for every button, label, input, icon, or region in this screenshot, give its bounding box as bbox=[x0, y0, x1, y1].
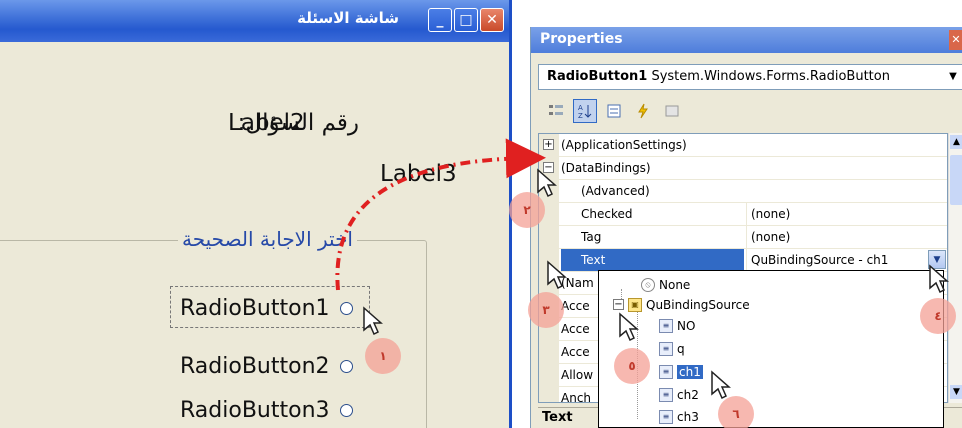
property-row[interactable]: − (DataBindings) bbox=[539, 157, 947, 180]
property-row[interactable]: (Advanced) bbox=[539, 180, 947, 203]
tree-node-field[interactable]: ≡ NO bbox=[659, 316, 695, 335]
radio-circle-icon bbox=[339, 404, 353, 417]
groupbox-caption: اختر الاجابة الصحيحة bbox=[178, 227, 357, 251]
svg-text:Z: Z bbox=[578, 112, 583, 119]
tree-node-label: ch2 bbox=[677, 387, 699, 402]
label2[interactable]: Label2 bbox=[228, 110, 305, 136]
object-selector[interactable]: RadioButton1 System.Windows.Forms.RadioB… bbox=[538, 64, 962, 90]
radio-circle-icon bbox=[339, 302, 353, 315]
properties-title: Properties bbox=[540, 31, 623, 47]
tree-node-label: None bbox=[659, 277, 691, 292]
label3[interactable]: Label3 bbox=[380, 161, 457, 187]
field-icon: ≡ bbox=[659, 409, 673, 424]
radio-button-1-label: RadioButton1 bbox=[180, 296, 330, 321]
dropdown-arrow-icon[interactable]: ▼ bbox=[928, 250, 946, 269]
step-badge-3: ٣ bbox=[528, 292, 564, 328]
scroll-down-icon[interactable]: ▼ bbox=[950, 385, 962, 399]
property-value[interactable]: (none) bbox=[746, 203, 946, 225]
radio-button-1[interactable]: RadioButton1 bbox=[180, 296, 353, 321]
tree-node-binding-source[interactable]: − ▣ QuBindingSource bbox=[613, 295, 750, 314]
step-badge-6: ٦ bbox=[718, 396, 754, 428]
property-row[interactable]: + (ApplicationSettings) bbox=[539, 134, 947, 157]
collapse-icon[interactable]: − bbox=[543, 162, 554, 173]
property-row[interactable]: Tag (none) bbox=[539, 226, 947, 249]
radio-button-2[interactable]: RadioButton2 bbox=[180, 354, 353, 379]
tree-node-label: NO bbox=[677, 318, 696, 333]
property-value[interactable]: QuBindingSource - ch1 bbox=[746, 249, 946, 271]
radio-circle-icon bbox=[339, 360, 353, 373]
property-name: (Advanced) bbox=[581, 184, 650, 198]
scroll-thumb[interactable] bbox=[950, 155, 962, 205]
property-name: Tag bbox=[581, 230, 602, 244]
svg-text:A: A bbox=[578, 104, 583, 112]
close-button[interactable]: ✕ bbox=[480, 8, 504, 32]
properties-title-bar[interactable]: Properties ✕ bbox=[531, 27, 962, 53]
step-badge-5: ٥ bbox=[614, 348, 650, 384]
screenshot: شاشة الاسئلة _ □ ✕ رقم السؤال: Label2 La… bbox=[0, 0, 962, 428]
tree-node-field[interactable]: ≡ q bbox=[659, 339, 685, 358]
tree-node-field-selected[interactable]: ≡ ch1 bbox=[659, 362, 703, 381]
radio-button-3[interactable]: RadioButton3 bbox=[180, 398, 353, 423]
field-icon: ≡ bbox=[659, 364, 673, 379]
tree-node-field[interactable]: ≡ ch3 bbox=[659, 407, 699, 426]
description-title: Text bbox=[542, 410, 573, 425]
binding-source-dropdown[interactable]: ⦸ None − ▣ QuBindingSource ≡ NO ≡ q ≡ ch… bbox=[598, 270, 944, 428]
properties-icon[interactable] bbox=[602, 99, 626, 123]
minimize-button[interactable]: _ bbox=[428, 8, 452, 32]
collapse-icon[interactable]: − bbox=[613, 299, 624, 310]
chevron-down-icon[interactable]: ▼ bbox=[944, 65, 962, 89]
step-badge-1: ١ bbox=[365, 338, 401, 374]
properties-close-button[interactable]: ✕ bbox=[949, 30, 962, 50]
tree-node-label: QuBindingSource bbox=[646, 297, 750, 312]
scroll-up-icon[interactable]: ▲ bbox=[950, 135, 962, 149]
property-name: (DataBindings) bbox=[561, 161, 651, 175]
property-pages-icon[interactable] bbox=[660, 99, 684, 123]
events-icon[interactable] bbox=[631, 99, 655, 123]
property-name: Text bbox=[561, 249, 744, 271]
tree-node-field[interactable]: ≡ ch2 bbox=[659, 385, 699, 404]
field-icon: ≡ bbox=[659, 387, 673, 402]
object-name: RadioButton1 bbox=[547, 69, 648, 84]
step-badge-4: ٤ bbox=[920, 298, 956, 334]
tree-node-label: q bbox=[677, 341, 685, 356]
tree-node-label: ch3 bbox=[677, 409, 699, 424]
form-title-bar[interactable]: شاشة الاسئلة _ □ ✕ bbox=[0, 0, 509, 42]
property-name: (ApplicationSettings) bbox=[561, 138, 687, 152]
property-row[interactable]: Checked (none) bbox=[539, 203, 947, 226]
step-badge-2: ٢ bbox=[509, 192, 545, 228]
alphabetical-icon[interactable]: AZ bbox=[573, 99, 597, 123]
none-icon: ⦸ bbox=[641, 277, 655, 292]
tree-node-label: ch1 bbox=[677, 364, 703, 379]
property-grid-scrollbar[interactable]: ▲ ▼ bbox=[948, 133, 962, 403]
maximize-button[interactable]: □ bbox=[454, 8, 478, 32]
questions-form-window: شاشة الاسئلة _ □ ✕ رقم السؤال: Label2 La… bbox=[0, 0, 512, 428]
radio-button-3-label: RadioButton3 bbox=[180, 398, 330, 423]
form-title: شاشة الاسئلة bbox=[297, 9, 399, 27]
property-name: Checked bbox=[581, 207, 633, 221]
radio-button-2-label: RadioButton2 bbox=[180, 354, 330, 379]
tree-node-none[interactable]: ⦸ None bbox=[641, 275, 690, 294]
property-row-text-selected[interactable]: Text QuBindingSource - ch1 ▼ bbox=[539, 249, 947, 272]
binding-source-icon: ▣ bbox=[628, 297, 642, 312]
categorized-icon[interactable] bbox=[544, 99, 568, 123]
property-value[interactable]: (none) bbox=[746, 226, 946, 248]
expand-icon[interactable]: + bbox=[543, 139, 554, 150]
field-icon: ≡ bbox=[659, 341, 673, 356]
field-icon: ≡ bbox=[659, 318, 673, 333]
properties-toolbar: AZ bbox=[538, 94, 962, 128]
object-type: System.Windows.Forms.RadioButton bbox=[651, 69, 890, 84]
